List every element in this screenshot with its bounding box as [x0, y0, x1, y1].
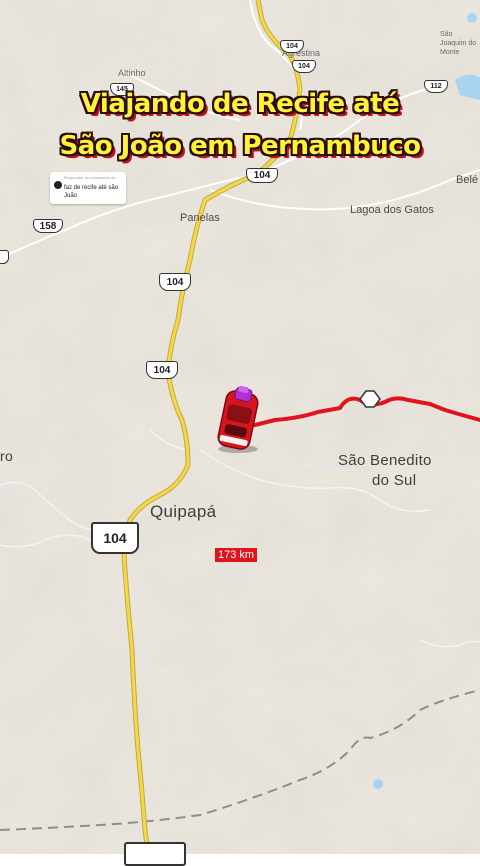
place-sao-benedito-line1: São Benedito — [338, 452, 432, 469]
place-altinho: Altinho — [118, 68, 146, 78]
road-shield-104: 104 — [292, 60, 316, 73]
place-lagoa-dos-gatos: Lagoa dos Gatos — [350, 204, 434, 216]
place-sao-benedito-line2: do Sul — [372, 472, 417, 489]
lake — [467, 13, 477, 23]
comment-reply-sticker[interactable]: Responder ao comentário de faz de recife… — [50, 172, 126, 204]
place-bele: Belé — [456, 174, 479, 186]
road-shield-partial — [124, 842, 186, 866]
road-shield-104: 104 — [280, 40, 304, 53]
pond — [373, 779, 383, 789]
place-partial-ro: ro — [0, 448, 14, 464]
place-panelas: Panelas — [180, 212, 220, 224]
place-sao-joaquim-do-monte: São Joaquim do Monte — [440, 31, 477, 56]
route-distance-label: 173 km — [215, 548, 258, 562]
road-shield-158: 158 — [33, 219, 63, 233]
road-shield-104: 104 — [91, 522, 139, 554]
route-road-marker — [358, 390, 382, 408]
road-shield-104: 104 — [159, 273, 191, 291]
video-title-line2: São João em Pernambuco — [59, 131, 421, 161]
video-title-line1: Viajando de Recife até — [80, 89, 400, 119]
avatar — [54, 181, 62, 189]
road-shield-104: 104 — [146, 361, 178, 379]
comment-reply-text: faz de recife até são João — [64, 185, 119, 199]
comment-reply-header: Responder ao comentário de — [64, 175, 116, 180]
place-quipapa: Quipapá — [150, 502, 217, 521]
road-shield-104: 104 — [246, 168, 278, 183]
red-car-icon — [212, 385, 264, 454]
